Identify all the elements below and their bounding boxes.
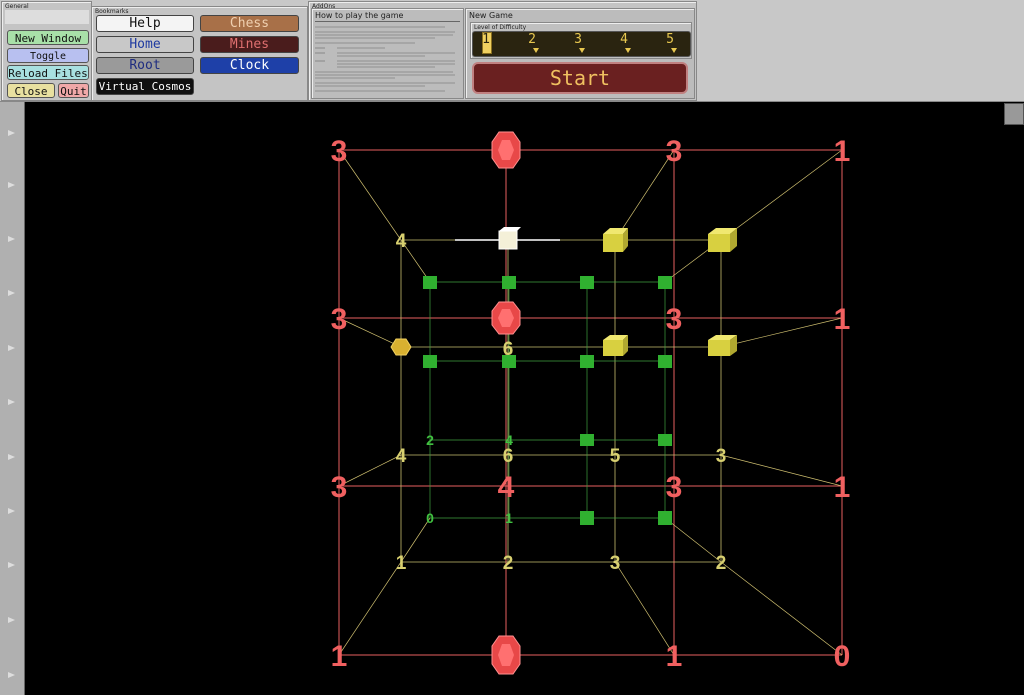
middle-number[interactable]: 3 [610, 553, 621, 574]
sidebar-arrow-icon[interactable] [8, 508, 15, 514]
start-button[interactable]: Start [472, 62, 688, 94]
howto-text-lines [315, 26, 455, 92]
difficulty-tick-marks [533, 48, 677, 53]
outer-number[interactable]: 3 [331, 303, 348, 336]
middle-number[interactable]: 4 [396, 446, 407, 467]
sidebar-arrow-icon[interactable] [8, 236, 15, 242]
sidebar-arrow-icon[interactable] [8, 130, 15, 136]
bookmark-virtual-cosmos-button[interactable]: Virtual Cosmos [96, 78, 194, 95]
middle-number[interactable]: 2 [716, 553, 727, 574]
middle-number[interactable]: 6 [503, 339, 514, 360]
general-panel: General New Window Toggle Fullscreen Rel… [1, 1, 92, 101]
yellow-cube[interactable] [708, 335, 737, 356]
toggle-fullscreen-button[interactable]: Toggle Fullscreen [7, 48, 89, 77]
general-info [5, 10, 89, 24]
inner-frame [429, 281, 666, 519]
middle-number[interactable]: 4 [396, 231, 407, 252]
outer-number[interactable]: 3 [666, 471, 683, 504]
inner-number[interactable]: 2 [426, 432, 434, 448]
bookmarks-panel-title: Bookmarks [95, 8, 129, 15]
flagged-mine-icon[interactable] [390, 338, 412, 356]
mine-icon[interactable] [491, 301, 521, 335]
difficulty-label: Level of Difficulty [474, 24, 527, 31]
middle-frame [400, 239, 722, 563]
inner-number[interactable]: 4 [505, 432, 513, 448]
bookmark-help-button[interactable]: Help [96, 15, 194, 32]
depth-lines [338, 149, 843, 656]
start-button-label: Start [549, 66, 611, 90]
middle-number[interactable]: 5 [610, 446, 621, 467]
left-sidebar[interactable] [0, 102, 25, 695]
mine-icon[interactable] [491, 131, 521, 169]
bookmark-mines-button[interactable]: Mines [200, 36, 299, 53]
outer-number[interactable]: 1 [834, 471, 851, 504]
addons-panel: AddOns How to play the game New Game Lev… [308, 1, 697, 101]
yellow-cube[interactable] [708, 228, 737, 252]
newgame-panel: New Game Level of Difficulty 1 2 3 4 5 S… [465, 8, 695, 99]
outer-number[interactable]: 3 [331, 135, 348, 168]
sidebar-arrow-icon[interactable] [8, 345, 15, 351]
sidebar-arrow-icon[interactable] [8, 399, 15, 405]
middle-number[interactable]: 1 [396, 553, 407, 574]
sidebar-arrow-icon[interactable] [8, 562, 15, 568]
howto-title: How to play the game [315, 11, 404, 20]
bookmark-chess-button[interactable]: Chess [200, 15, 299, 32]
outer-number[interactable]: 4 [498, 471, 515, 504]
outer-number[interactable]: 1 [834, 135, 851, 168]
outer-number[interactable]: 1 [666, 640, 683, 673]
howto-text [315, 24, 460, 96]
yellow-cube[interactable] [603, 335, 628, 356]
outer-number[interactable]: 0 [834, 640, 851, 673]
sidebar-arrow-icon[interactable] [8, 617, 15, 623]
middle-number[interactable]: 2 [503, 553, 514, 574]
top-toolbar: General New Window Toggle Fullscreen Rel… [0, 0, 1024, 102]
outer-number[interactable]: 1 [331, 640, 348, 673]
sidebar-arrow-icon[interactable] [8, 290, 15, 296]
middle-number[interactable]: 3 [716, 446, 727, 467]
mine-icon[interactable] [491, 635, 521, 675]
sidebar-arrow-icon[interactable] [8, 672, 15, 678]
reload-files-button[interactable]: Reload Files [7, 65, 89, 80]
howto-divider [315, 21, 460, 22]
outer-number[interactable]: 3 [331, 471, 348, 504]
quit-button[interactable]: Quit [58, 83, 89, 98]
selected-cube[interactable] [498, 227, 521, 250]
bookmarks-panel: Bookmarks Help Chess Home Mines Root Clo… [91, 6, 308, 101]
bookmark-clock-button[interactable]: Clock [200, 57, 299, 74]
sidebar-arrow-icon[interactable] [8, 454, 15, 460]
general-panel-title: General [5, 3, 29, 10]
outer-number[interactable]: 3 [666, 303, 683, 336]
yellow-cube[interactable] [603, 228, 628, 252]
green-cubes[interactable] [423, 276, 672, 525]
outer-number[interactable]: 3 [666, 135, 683, 168]
close-button[interactable]: Close [7, 83, 55, 98]
inner-number[interactable]: 1 [505, 510, 513, 526]
newgame-title: New Game [469, 11, 513, 20]
howto-panel: How to play the game [311, 8, 464, 99]
new-window-button[interactable]: New Window [7, 30, 89, 45]
middle-number[interactable]: 6 [503, 446, 514, 467]
inner-number[interactable]: 0 [426, 510, 434, 526]
bookmark-root-button[interactable]: Root [96, 57, 194, 74]
sidebar-arrow-icon[interactable] [8, 182, 15, 188]
game-board[interactable]: 3 3 1 3 3 1 3 4 3 1 1 1 0 4 6 4 6 5 3 1 … [25, 102, 1024, 695]
outer-frame [338, 149, 843, 656]
bookmark-home-button[interactable]: Home [96, 36, 194, 53]
outer-number[interactable]: 1 [834, 303, 851, 336]
